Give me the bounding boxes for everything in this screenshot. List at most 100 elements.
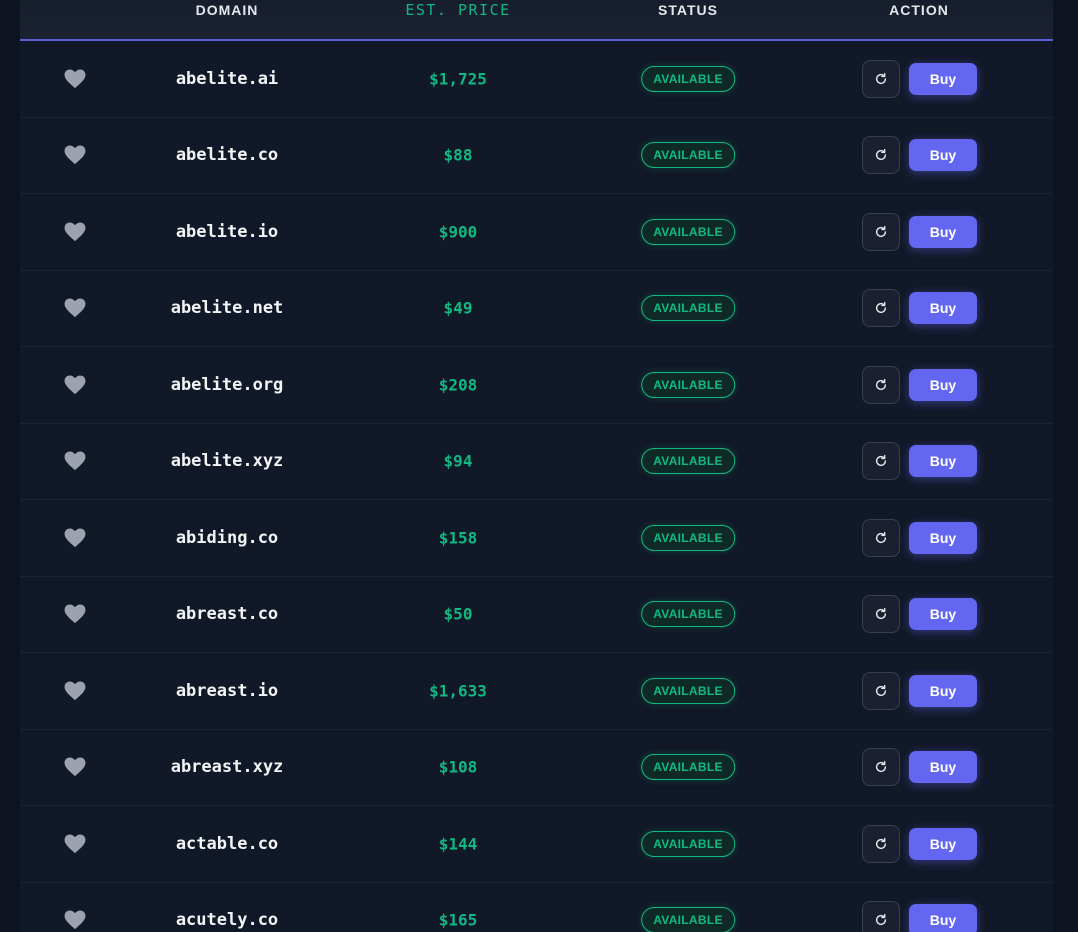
buy-button[interactable]: Buy xyxy=(909,215,977,248)
refresh-button[interactable] xyxy=(862,824,900,863)
refresh-icon xyxy=(875,225,887,237)
column-header-status: STATUS xyxy=(658,2,718,18)
refresh-button[interactable] xyxy=(862,59,900,98)
refresh-icon xyxy=(875,302,887,314)
status-badge: AVAILABLE xyxy=(641,677,735,704)
table-row: abelite.net $49 AVAILABLE Buy xyxy=(20,271,1053,347)
domain-price: $108 xyxy=(438,757,478,777)
refresh-button[interactable] xyxy=(862,595,900,634)
refresh-button[interactable] xyxy=(862,212,900,251)
domain-name: actable.co xyxy=(175,833,279,854)
refresh-button[interactable] xyxy=(862,901,900,932)
status-badge: AVAILABLE xyxy=(641,142,735,169)
table-row: abelite.org $208 AVAILABLE Buy xyxy=(20,347,1053,424)
heart-icon[interactable] xyxy=(64,375,86,395)
heart-icon[interactable] xyxy=(64,528,86,548)
column-header-action: ACTION xyxy=(889,2,949,18)
heart-icon[interactable] xyxy=(64,910,86,930)
domain-table: DOMAIN EST. PRICE STATUS ACTION abelite.… xyxy=(20,0,1053,932)
status-badge: AVAILABLE xyxy=(641,601,735,628)
refresh-button[interactable] xyxy=(862,442,900,481)
domain-name: abiding.co xyxy=(175,527,279,548)
refresh-icon xyxy=(875,378,887,390)
refresh-icon xyxy=(875,761,887,773)
domain-name: abelite.io xyxy=(175,221,279,242)
table-row: abreast.co $50 AVAILABLE Buy xyxy=(20,577,1053,653)
refresh-icon xyxy=(875,837,887,849)
buy-button[interactable]: Buy xyxy=(909,598,977,631)
heart-icon[interactable] xyxy=(64,451,86,471)
refresh-button[interactable] xyxy=(862,136,900,175)
table-row: abiding.co $158 AVAILABLE Buy xyxy=(20,500,1053,577)
refresh-icon xyxy=(875,72,887,84)
buy-button[interactable]: Buy xyxy=(909,292,977,325)
domain-price: $165 xyxy=(438,910,478,930)
heart-icon[interactable] xyxy=(64,298,86,318)
table-row: abreast.io $1,633 AVAILABLE Buy xyxy=(20,653,1053,730)
buy-button[interactable]: Buy xyxy=(909,827,977,860)
buy-button[interactable]: Buy xyxy=(909,445,977,478)
buy-button[interactable]: Buy xyxy=(909,751,977,784)
refresh-icon xyxy=(875,914,887,926)
heart-icon[interactable] xyxy=(64,222,86,242)
domain-price: $94 xyxy=(443,451,473,471)
domain-name: abreast.co xyxy=(175,604,279,625)
refresh-icon xyxy=(875,455,887,467)
refresh-icon xyxy=(875,531,887,543)
heart-icon[interactable] xyxy=(64,757,86,777)
domain-price: $1,633 xyxy=(429,681,487,701)
domain-price: $1,725 xyxy=(429,69,487,89)
table-header: DOMAIN EST. PRICE STATUS ACTION xyxy=(20,0,1053,41)
domain-price: $49 xyxy=(443,298,473,318)
refresh-button[interactable] xyxy=(862,289,900,328)
refresh-button[interactable] xyxy=(862,671,900,710)
domain-price: $50 xyxy=(443,604,473,624)
table-row: abelite.co $88 AVAILABLE Buy xyxy=(20,118,1053,194)
table-row: abelite.xyz $94 AVAILABLE Buy xyxy=(20,424,1053,500)
heart-icon[interactable] xyxy=(64,145,86,165)
refresh-button[interactable] xyxy=(862,748,900,787)
domain-name: abelite.ai xyxy=(175,68,279,89)
domain-price: $208 xyxy=(438,375,478,395)
domain-name: abelite.org xyxy=(170,374,284,395)
domain-name: abelite.xyz xyxy=(170,451,284,472)
refresh-button[interactable] xyxy=(862,518,900,557)
table-body: abelite.ai $1,725 AVAILABLE Buy abelite.… xyxy=(20,41,1053,932)
domain-name: acutely.co xyxy=(175,910,279,931)
status-badge: AVAILABLE xyxy=(641,524,735,551)
domain-name: abelite.net xyxy=(170,298,284,319)
status-badge: AVAILABLE xyxy=(641,907,735,932)
table-row: abreast.xyz $108 AVAILABLE Buy xyxy=(20,730,1053,806)
heart-icon[interactable] xyxy=(64,69,86,89)
refresh-icon xyxy=(875,684,887,696)
buy-button[interactable]: Buy xyxy=(909,368,977,401)
status-badge: AVAILABLE xyxy=(641,218,735,245)
buy-button[interactable]: Buy xyxy=(909,904,977,932)
buy-button[interactable]: Buy xyxy=(909,62,977,95)
domain-name: abreast.xyz xyxy=(170,757,284,778)
table-row: abelite.io $900 AVAILABLE Buy xyxy=(20,194,1053,271)
column-header-price[interactable]: EST. PRICE xyxy=(405,1,510,19)
status-badge: AVAILABLE xyxy=(641,65,735,92)
refresh-button[interactable] xyxy=(862,365,900,404)
heart-icon[interactable] xyxy=(64,604,86,624)
buy-button[interactable]: Buy xyxy=(909,674,977,707)
column-header-domain: DOMAIN xyxy=(195,2,259,18)
domain-price: $158 xyxy=(438,528,478,548)
domain-price: $144 xyxy=(438,834,478,854)
status-badge: AVAILABLE xyxy=(641,295,735,322)
refresh-icon xyxy=(875,608,887,620)
buy-button[interactable]: Buy xyxy=(909,521,977,554)
table-row: acutely.co $165 AVAILABLE Buy xyxy=(20,883,1053,932)
heart-icon[interactable] xyxy=(64,834,86,854)
domain-price: $88 xyxy=(443,145,473,165)
heart-icon[interactable] xyxy=(64,681,86,701)
status-badge: AVAILABLE xyxy=(641,371,735,398)
status-badge: AVAILABLE xyxy=(641,830,735,857)
status-badge: AVAILABLE xyxy=(641,754,735,781)
table-row: abelite.ai $1,725 AVAILABLE Buy xyxy=(20,41,1053,118)
domain-name: abreast.io xyxy=(175,680,279,701)
domain-price: $900 xyxy=(438,222,478,242)
buy-button[interactable]: Buy xyxy=(909,139,977,172)
status-badge: AVAILABLE xyxy=(641,448,735,475)
